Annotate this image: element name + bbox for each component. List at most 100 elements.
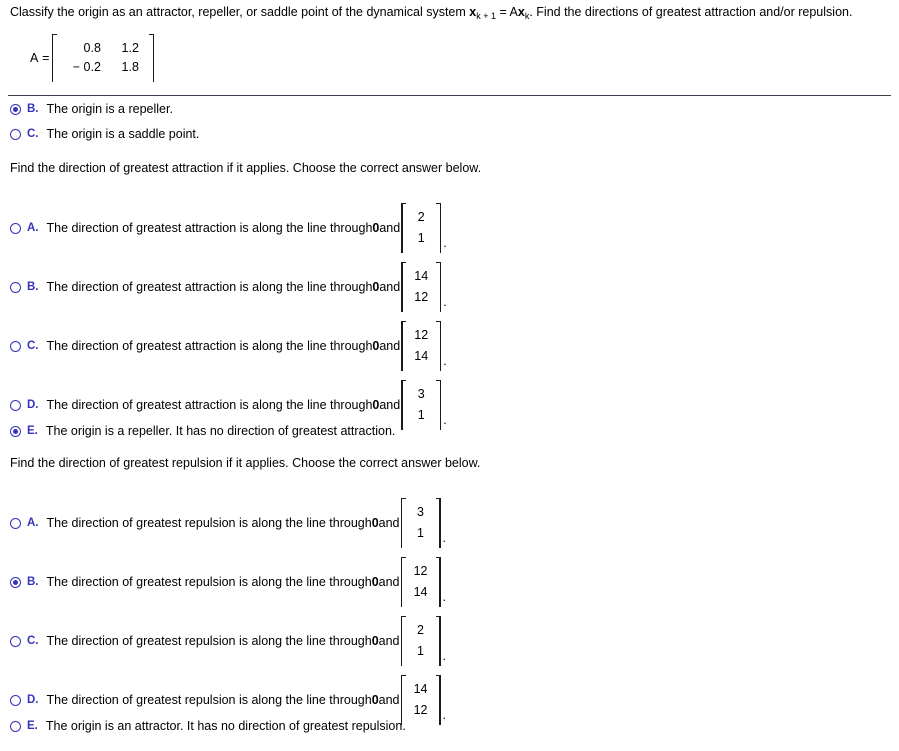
radio-button-icon[interactable] (10, 635, 21, 647)
repulsion-option-b[interactable]: B. The direction of greatest repulsion i… (10, 557, 446, 607)
vector-entry: 1 (417, 231, 425, 245)
matrix-a-display: A = 0.8 1.2 − 0.2 1.8 (30, 34, 154, 82)
right-bracket-icon (147, 34, 154, 82)
zero-vector-symbol: 0 (371, 693, 379, 707)
vector-entry: 14 (414, 349, 429, 363)
prompt-x-variable-2: x (517, 5, 525, 19)
radio-button-icon[interactable] (10, 128, 21, 140)
option-text-after: and (379, 221, 401, 235)
classify-option-c[interactable]: C. The origin is a saddle point. (10, 127, 199, 141)
radio-button-icon[interactable] (10, 425, 21, 437)
matrix-a-rows: 0.8 1.2 − 0.2 1.8 (59, 34, 147, 82)
left-bracket-icon (51, 34, 59, 82)
option-period: . (443, 236, 447, 250)
vector-entry: 12 (413, 703, 428, 717)
option-letter: D. (27, 399, 39, 411)
option-text-after: and (379, 398, 401, 412)
attraction-option-c[interactable]: C. The direction of greatest attraction … (10, 321, 447, 371)
column-vector: 3 1 (400, 498, 441, 548)
option-period: . (442, 649, 446, 663)
option-text-before: The direction of greatest attraction is … (46, 221, 373, 235)
option-letter: D. (27, 694, 39, 706)
radio-button-icon[interactable] (10, 340, 21, 352)
attraction-option-d[interactable]: D. The direction of greatest attraction … (10, 380, 447, 430)
option-text-before: The direction of greatest attraction is … (46, 398, 373, 412)
question-page: Classify the origin as an attractor, rep… (0, 0, 899, 751)
repulsion-question: Find the direction of greatest repulsion… (10, 456, 481, 470)
zero-vector-symbol: 0 (372, 339, 380, 353)
option-label: The direction of greatest attraction is … (47, 262, 447, 312)
radio-button-icon[interactable] (10, 517, 21, 529)
column-vector: 2 1 (400, 616, 441, 666)
column-vector: 2 1 (401, 203, 442, 253)
option-period: . (443, 413, 447, 427)
option-text-before: The direction of greatest attraction is … (46, 280, 373, 294)
vector-entries: 14 12 (408, 675, 434, 725)
right-bracket-icon (434, 380, 442, 430)
vector-entries: 12 14 (408, 321, 434, 371)
option-text-after: and (379, 339, 401, 353)
vector-entry: 2 (417, 210, 425, 224)
option-text-after: and (378, 634, 400, 648)
prompt-subscript-1: k + 1 (476, 11, 496, 21)
radio-button-icon[interactable] (10, 399, 21, 411)
prompt-part-2: . Find the directions of greatest attrac… (529, 5, 853, 19)
option-letter: E. (27, 425, 38, 437)
option-label: The direction of greatest repulsion is a… (47, 557, 446, 607)
right-bracket-icon (434, 262, 442, 312)
vector-entry: 1 (417, 644, 424, 658)
vector-entry: 1 (417, 408, 425, 422)
repulsion-option-a[interactable]: A. The direction of greatest repulsion i… (10, 498, 446, 548)
column-vector: 3 1 (401, 380, 442, 430)
right-bracket-icon (434, 675, 441, 725)
right-bracket-icon (434, 203, 442, 253)
section-divider (8, 95, 891, 96)
option-label: The origin is a repeller. (46, 102, 173, 116)
attraction-option-e[interactable]: E. The origin is a repeller. It has no d… (10, 424, 395, 438)
right-bracket-icon (434, 321, 442, 371)
option-letter: B. (27, 103, 39, 115)
prompt-subscript-2: k (524, 11, 530, 21)
attraction-question: Find the direction of greatest attractio… (10, 161, 482, 175)
vector-entry: 12 (414, 290, 429, 304)
option-letter: C. (27, 128, 39, 140)
zero-vector-symbol: 0 (371, 634, 379, 648)
radio-button-icon[interactable] (10, 281, 21, 293)
vector-entries: 14 12 (408, 262, 434, 312)
repulsion-option-d[interactable]: D. The direction of greatest repulsion i… (10, 675, 446, 725)
zero-vector-symbol: 0 (372, 280, 380, 294)
vector-entry: 14 (413, 585, 428, 599)
radio-button-icon[interactable] (10, 576, 21, 588)
left-bracket-icon (401, 380, 408, 430)
option-text-after: and (378, 516, 400, 530)
attraction-option-b[interactable]: B. The direction of greatest attraction … (10, 262, 447, 312)
vector-entries: 3 1 (408, 498, 434, 548)
option-text-before: The direction of greatest attraction is … (46, 339, 373, 353)
left-bracket-icon (400, 498, 408, 548)
zero-vector-symbol: 0 (372, 398, 380, 412)
left-bracket-icon (401, 321, 408, 371)
radio-button-icon[interactable] (10, 103, 21, 115)
matrix-cell: − 0.2 (72, 60, 101, 74)
radio-button-icon[interactable] (10, 720, 21, 732)
matrix-row: 0.8 1.2 (65, 39, 141, 58)
radio-button-icon[interactable] (10, 694, 21, 706)
repulsion-option-e[interactable]: E. The origin is an attractor. It has no… (10, 719, 406, 733)
radio-button-icon[interactable] (10, 222, 21, 234)
option-label: The direction of greatest repulsion is a… (47, 675, 446, 725)
column-vector: 14 12 (400, 675, 441, 725)
matrix-cell: 1.8 (121, 60, 139, 74)
vector-entries: 2 1 (408, 616, 434, 666)
repulsion-option-c[interactable]: C. The direction of greatest repulsion i… (10, 616, 446, 666)
attraction-option-a[interactable]: A. The direction of greatest attraction … (10, 203, 447, 253)
zero-vector-symbol: 0 (371, 516, 379, 530)
vector-entries: 12 14 (408, 557, 434, 607)
vector-entry: 12 (413, 564, 428, 578)
option-letter: A. (27, 517, 39, 529)
classify-option-b[interactable]: B. The origin is a repeller. (10, 102, 173, 116)
right-bracket-icon (434, 557, 441, 607)
option-label: The origin is a saddle point. (46, 127, 200, 141)
option-letter: B. (27, 576, 39, 588)
option-label: The direction of greatest attraction is … (47, 380, 447, 430)
matrix-cell: 0.8 (83, 41, 101, 55)
